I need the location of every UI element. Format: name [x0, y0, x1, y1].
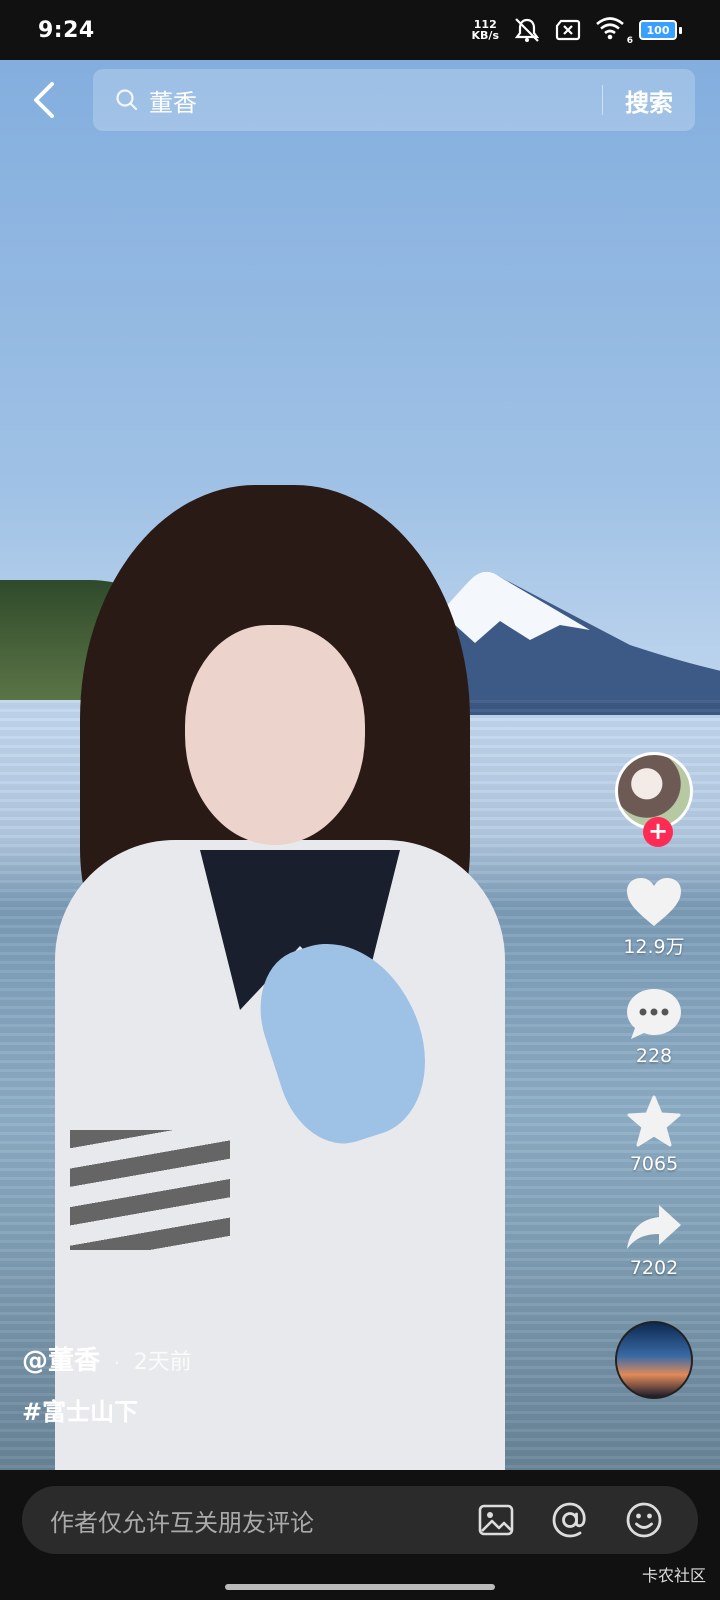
heart-icon[interactable]	[625, 876, 683, 928]
post-time: 2天前	[133, 1350, 192, 1375]
battery-cap	[679, 26, 682, 34]
battery-level: 100	[639, 20, 677, 40]
author-handle[interactable]: @董香	[22, 1340, 100, 1377]
net-speed: 112 KB/s	[472, 19, 499, 41]
meta-separator: ·	[114, 1353, 120, 1374]
comment-icon[interactable]	[625, 987, 683, 1041]
like-action[interactable]: 12.9万	[623, 876, 685, 959]
search-input[interactable]: 董香	[149, 83, 602, 118]
net-speed-unit: KB/s	[471, 29, 499, 42]
search-button[interactable]: 搜索	[603, 83, 695, 118]
like-count: 12.9万	[623, 936, 685, 958]
at-icon[interactable]	[550, 1500, 590, 1540]
battery-icon: 100	[639, 20, 682, 40]
comment-input-box[interactable]: 作者仅允许互关朋友评论	[22, 1486, 698, 1554]
home-indicator[interactable]	[225, 1584, 495, 1590]
action-rail: + 12.9万 228 7065 7202	[608, 752, 700, 1399]
star-icon[interactable]	[626, 1095, 682, 1149]
author-avatar[interactable]: +	[615, 752, 693, 847]
person-face	[185, 625, 365, 845]
comment-bar: 作者仅允许互关朋友评论	[0, 1470, 720, 1600]
follow-button[interactable]: +	[643, 817, 673, 847]
music-disc[interactable]	[615, 1321, 693, 1399]
hashtag[interactable]: #富士山下	[22, 1392, 138, 1427]
back-icon[interactable]	[28, 80, 64, 120]
mute-icon	[514, 18, 540, 42]
favorite-count: 7065	[629, 1153, 679, 1175]
watermark: 卡农社区	[641, 1566, 706, 1585]
status-icons: 112 KB/s 6 100	[472, 16, 682, 46]
comment-action[interactable]: 228	[625, 987, 683, 1067]
wifi-icon	[596, 17, 624, 40]
status-bar: 9:24 112 KB/s 6 100	[0, 0, 720, 60]
comment-input[interactable]: 作者仅允许互关朋友评论	[50, 1503, 476, 1538]
sleeve-stripes	[70, 1130, 230, 1250]
sim-error-icon	[555, 19, 581, 41]
image-icon[interactable]	[476, 1500, 516, 1540]
status-time: 9:24	[38, 17, 95, 43]
search-icon	[116, 89, 138, 111]
search-bar[interactable]: 董香 搜索	[93, 69, 695, 131]
favorite-action[interactable]: 7065	[626, 1095, 682, 1175]
emoji-icon[interactable]	[624, 1500, 664, 1540]
wifi-indicator: 6	[595, 16, 633, 46]
share-count: 7202	[629, 1257, 679, 1279]
wifi-level: 6	[626, 36, 633, 46]
comment-count: 228	[635, 1045, 673, 1067]
share-icon[interactable]	[625, 1203, 683, 1253]
author-line: @董香 · 2天前	[22, 1340, 192, 1377]
share-action[interactable]: 7202	[625, 1203, 683, 1279]
